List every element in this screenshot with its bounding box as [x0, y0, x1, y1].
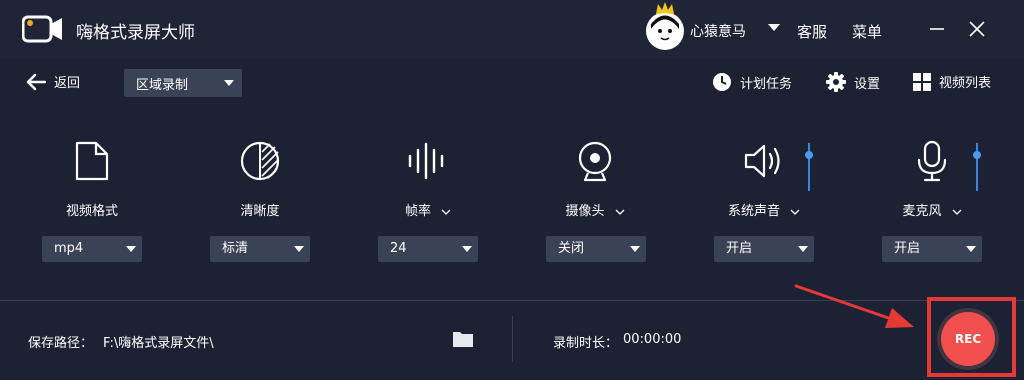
frame-rate-label: 帧率: [404, 204, 431, 219]
rec-button[interactable]: REC: [941, 312, 995, 366]
footer-separator: [512, 316, 513, 362]
video-list-button[interactable]: 视频列表: [913, 72, 991, 91]
app-title: 嗨格式录屏大师: [76, 23, 195, 43]
caret-down-icon: [224, 80, 234, 86]
save-path-value: F:\嗨格式录屏文件\: [103, 336, 214, 351]
microphone-label: 麦克风: [902, 204, 942, 219]
user-dropdown-icon[interactable]: [768, 24, 780, 32]
back-button[interactable]: 返回: [26, 72, 80, 91]
customer-service-link[interactable]: 客服: [797, 21, 827, 42]
video-format-label: 视频格式: [65, 204, 118, 219]
frame-rate-label-group: 帧率: [348, 200, 508, 219]
clarity-select[interactable]: 标清: [210, 236, 310, 262]
camera-icon: [578, 141, 612, 182]
video-format-select[interactable]: mp4: [42, 236, 142, 262]
record-mode-select[interactable]: 区域录制: [124, 69, 242, 97]
microphone-value: 开启: [894, 241, 921, 256]
caret-down-icon: [630, 246, 640, 252]
arrow-left-icon: [26, 73, 46, 90]
caret-down-icon: [798, 246, 808, 252]
schedule-task-button[interactable]: 计划任务: [712, 72, 792, 92]
back-label: 返回: [54, 76, 81, 91]
system-sound-volume-knob[interactable]: [805, 151, 813, 159]
video-list-label: 视频列表: [939, 76, 992, 91]
minimize-icon[interactable]: [926, 18, 948, 40]
schedule-task-label: 计划任务: [740, 76, 793, 92]
microphone-label-group: 麦克风: [852, 200, 1012, 219]
caret-down-icon: [966, 246, 976, 252]
avatar[interactable]: [646, 2, 684, 50]
file-icon: [75, 141, 109, 181]
frame-rate-select[interactable]: 24: [378, 236, 478, 262]
duration-value: 00:00:00: [623, 332, 682, 347]
close-icon[interactable]: [966, 18, 988, 40]
chevron-down-icon[interactable]: [441, 209, 451, 215]
title-bar: 嗨格式录屏大师 心猿意马 客服 菜单: [0, 0, 1024, 58]
system-sound-label: 系统声音: [727, 204, 780, 219]
microphone-icon: [917, 140, 947, 182]
camera-value: 关闭: [558, 241, 585, 256]
system-sound-select[interactable]: 开启: [714, 236, 814, 262]
record-mode-value: 区域录制: [136, 77, 189, 93]
microphone-volume-knob[interactable]: [973, 151, 981, 159]
menu-link[interactable]: 菜单: [852, 21, 882, 42]
chevron-down-icon[interactable]: [952, 209, 962, 215]
caret-down-icon: [126, 246, 136, 252]
settings-label: 设置: [854, 76, 881, 92]
clock-icon: [713, 73, 731, 91]
caret-down-icon: [294, 246, 304, 252]
system-sound-label-group: 系统声音: [684, 200, 844, 219]
crown-icon: [647, 2, 683, 46]
app-logo-icon: [22, 15, 62, 43]
chevron-down-icon[interactable]: [790, 209, 800, 215]
speaker-icon: [744, 144, 780, 178]
save-path-label: 保存路径：: [28, 336, 94, 351]
chevron-down-icon[interactable]: [615, 209, 625, 215]
camera-label: 摄像头: [565, 204, 605, 219]
system-sound-value: 开启: [726, 241, 753, 256]
camera-label-group: 摄像头: [515, 200, 675, 219]
clarity-value: 标清: [222, 241, 249, 256]
toolbar: 返回 区域录制 计划任务 设置 视频列表: [0, 58, 1024, 110]
folder-icon[interactable]: [453, 331, 473, 347]
video-format-value: mp4: [54, 241, 84, 256]
username[interactable]: 心猿意马: [690, 21, 746, 41]
annotation-arrow-icon: [794, 284, 914, 328]
camera-select[interactable]: 关闭: [546, 236, 646, 262]
settings-button[interactable]: 设置: [826, 72, 880, 92]
clarity-label: 清晰度: [240, 204, 280, 219]
gear-icon: [826, 72, 846, 92]
microphone-select[interactable]: 开启: [882, 236, 982, 262]
frame-rate-icon: [408, 142, 444, 180]
frame-rate-value: 24: [390, 241, 407, 256]
grid-icon: [913, 72, 931, 91]
duration-label: 录制时长：: [553, 336, 619, 351]
clarity-icon: [240, 141, 280, 181]
caret-down-icon: [462, 246, 472, 252]
